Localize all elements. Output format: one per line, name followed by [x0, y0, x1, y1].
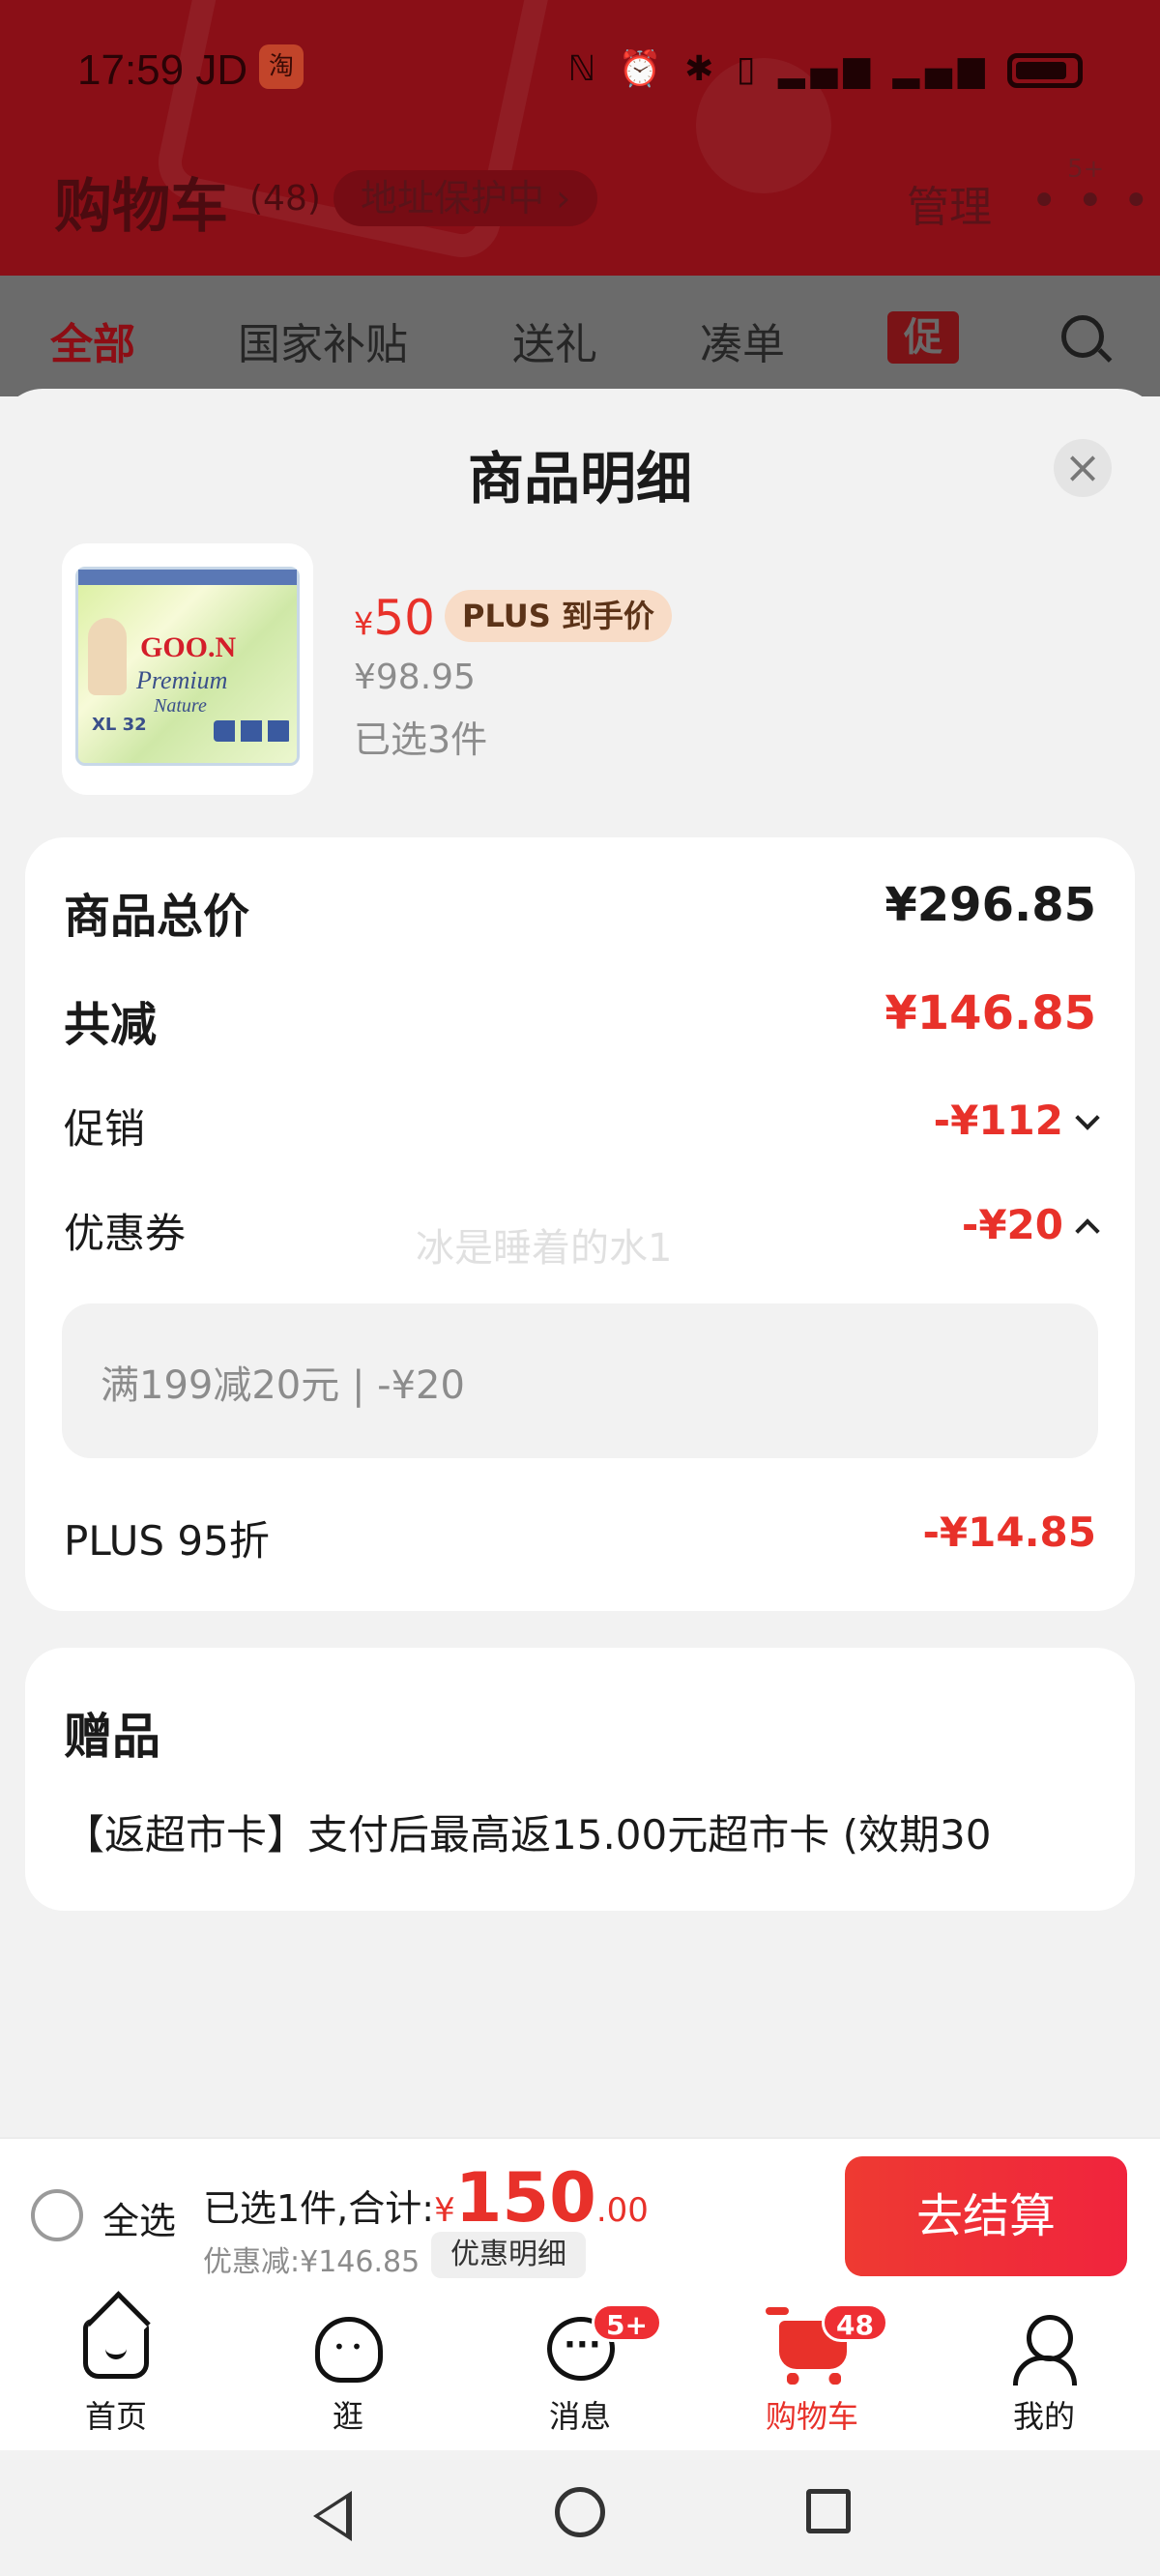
address-protection-pill[interactable]: 地址保护中 ›: [334, 170, 598, 226]
home-icon: [83, 2319, 149, 2379]
feature-icons: [214, 720, 291, 742]
status-time: 17:59 JD: [77, 46, 248, 94]
back-icon[interactable]: [313, 2491, 352, 2541]
total-label: 商品总价: [64, 890, 250, 944]
checkout-button[interactable]: 去结算: [845, 2156, 1127, 2276]
message-badge: 5+: [592, 2303, 662, 2342]
nav-cart[interactable]: 48 购物车: [715, 2292, 909, 2450]
select-all-label[interactable]: 全选: [102, 2191, 176, 2244]
gift-card: 赠品 【返超市卡】支付后最高返15.00元超市卡 (效期30: [25, 1648, 1135, 1911]
checkout-bar: 全选 已选1件,合计:¥150.00 优惠减:¥146.85 优惠明细 去结算: [0, 2137, 1160, 2292]
promo-value: -¥112: [933, 1097, 1063, 1144]
total-summary: 已选1件,合计:¥150.00: [203, 2158, 649, 2238]
coupon-label: 优惠券: [64, 1210, 187, 1257]
coupon-detail-box: 满199减20元 | -¥20: [62, 1303, 1098, 1458]
bottom-nav: 首页 逛 5+ 消息 48 购物车 我的: [0, 2292, 1160, 2450]
cart-header-dimmed: 17:59 JD 淘 ℕ ⏰ ✱ ▯ ▂▄▆ ▂▄▆ 购物车 (48) 地址保护…: [0, 0, 1160, 276]
sheet-title: 商品明细: [467, 446, 692, 512]
battery-icon: [1007, 53, 1083, 88]
browse-icon: [315, 2317, 383, 2383]
bluetooth-icon: ✱: [684, 49, 720, 89]
baby-figure: [88, 618, 127, 695]
diaper-pack-image: GOO.N Premium Nature XL 32: [75, 567, 300, 766]
cart-count: (48): [249, 179, 321, 219]
nav-browse[interactable]: 逛: [251, 2292, 445, 2450]
gift-title: 赠品: [64, 1709, 160, 1765]
nfc-icon: ℕ: [567, 49, 602, 89]
tab-promo[interactable]: 促: [887, 311, 959, 364]
signal-icon: ▂▄▆: [892, 49, 991, 89]
more-badge: 5+: [1067, 155, 1105, 184]
status-icons: ℕ ⏰ ✱ ▯ ▂▄▆ ▂▄▆: [568, 48, 1083, 89]
coupon-detail: 满199减20元 | -¥20: [101, 1363, 465, 1408]
gift-description: 【返超市卡】支付后最高返15.00元超市卡 (效期30: [64, 1811, 992, 1859]
reduction-value: ¥146.85: [884, 986, 1096, 1040]
cart-badge: 48: [822, 2303, 888, 2342]
total-amount: 150: [454, 2158, 596, 2238]
status-bar: 17:59 JD 淘 ℕ ⏰ ✱ ▯ ▂▄▆ ▂▄▆: [0, 39, 1160, 106]
select-all-radio[interactable]: [31, 2189, 83, 2241]
original-price: ¥98.95: [354, 658, 476, 697]
product-subline: Nature: [154, 695, 207, 717]
promo-label: 促销: [64, 1105, 146, 1153]
brand-logo: GOO.N: [140, 631, 237, 663]
nav-home[interactable]: 首页: [19, 2292, 213, 2450]
plus-discount-value: -¥14.85: [922, 1508, 1096, 1556]
search-icon[interactable]: [1061, 315, 1104, 358]
product-thumbnail[interactable]: GOO.N Premium Nature XL 32: [62, 543, 313, 795]
discount-detail-button[interactable]: 优惠明细: [431, 2232, 586, 2278]
signal-icon: ▂▄▆: [777, 49, 877, 89]
taobao-notification-icon: 淘: [259, 44, 304, 89]
manage-button[interactable]: 管理: [907, 172, 992, 234]
alarm-icon: ⏰: [618, 49, 668, 89]
selected-count: 已选3件: [354, 718, 488, 761]
coupon-value: -¥20: [961, 1201, 1063, 1248]
close-icon[interactable]: ×: [1054, 439, 1112, 497]
tab-all[interactable]: 全部: [50, 309, 135, 371]
nav-profile[interactable]: 我的: [947, 2292, 1141, 2450]
watermark: 冰是睡着的水1: [416, 1226, 673, 1271]
tab-bundle[interactable]: 凑单: [700, 309, 785, 371]
tab-national-subsidy[interactable]: 国家补贴: [238, 309, 408, 371]
page-title: 购物车: [54, 173, 228, 241]
total-value: ¥296.85: [884, 878, 1096, 932]
profile-icon: [1013, 2315, 1077, 2386]
nav-messages[interactable]: 5+ 消息: [483, 2292, 677, 2450]
plus-price-tag: PLUS 到手价: [445, 590, 672, 642]
size-label: XL 32: [92, 715, 147, 735]
tab-gift[interactable]: 送礼: [512, 309, 597, 371]
product-line: Premium: [136, 666, 228, 694]
recent-apps-icon[interactable]: [806, 2489, 851, 2533]
vibrate-icon: ▯: [736, 49, 762, 89]
reduction-label: 共减: [64, 998, 158, 1052]
chevron-down-icon[interactable]: [1075, 1104, 1100, 1130]
chevron-up-icon[interactable]: [1075, 1217, 1100, 1244]
system-nav-bar: [0, 2450, 1160, 2576]
discount-summary: 优惠减:¥146.85: [203, 2245, 420, 2279]
home-circle-icon[interactable]: [555, 2487, 605, 2537]
plus-discount-label: PLUS 95折: [64, 1517, 270, 1565]
plus-price: ¥50: [354, 590, 435, 646]
